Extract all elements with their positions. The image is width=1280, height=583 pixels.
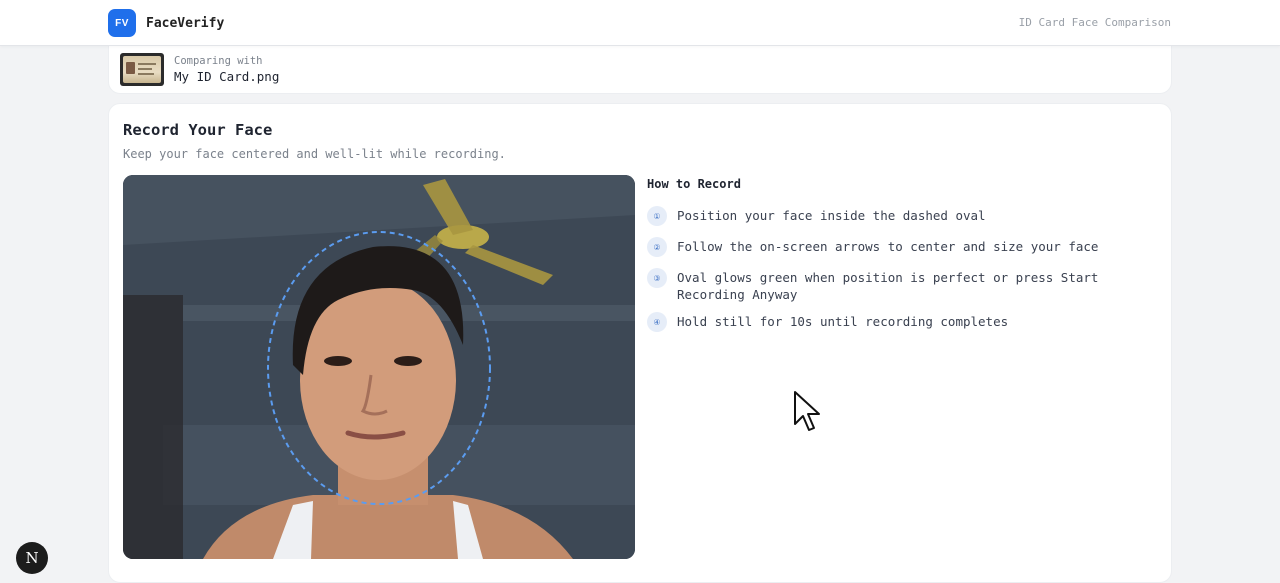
step-number-badge: ② bbox=[647, 237, 667, 257]
how-to-record-title: How to Record bbox=[647, 177, 741, 191]
comparing-file-name: My ID Card.png bbox=[174, 69, 280, 84]
step-number-badge: ① bbox=[647, 206, 667, 226]
camera-preview[interactable] bbox=[123, 175, 635, 559]
comparison-card: Comparing with My ID Card.png bbox=[108, 38, 1172, 94]
record-title: Record Your Face bbox=[123, 121, 273, 139]
step-text: Oval glows green when position is perfec… bbox=[677, 270, 1099, 302]
id-card-thumbnail bbox=[120, 53, 164, 86]
step-text: Hold still for 10s until recording compl… bbox=[677, 314, 1009, 329]
comparing-label: Comparing with bbox=[174, 55, 263, 67]
camera-feed bbox=[123, 175, 635, 559]
brand[interactable]: FV FaceVerify bbox=[108, 9, 224, 37]
page-scrollbar[interactable] bbox=[1268, 46, 1280, 566]
record-card: Record Your Face Keep your face centered… bbox=[108, 103, 1172, 583]
instruction-step: ② Follow the on-screen arrows to center … bbox=[647, 237, 1157, 257]
mouse-pointer-icon bbox=[794, 391, 820, 431]
page-context-label: ID Card Face Comparison bbox=[1018, 16, 1171, 29]
step-text: Position your face inside the dashed ova… bbox=[677, 208, 986, 223]
step-text: Follow the on-screen arrows to center an… bbox=[677, 239, 1099, 254]
step-number-badge: ③ bbox=[647, 268, 667, 288]
instruction-step: ④ Hold still for 10s until recording com… bbox=[647, 312, 1157, 332]
how-to-record-panel: How to Record ① Position your face insid… bbox=[647, 177, 1157, 332]
instruction-step: ① Position your face inside the dashed o… bbox=[647, 206, 1157, 226]
step-number-badge: ④ bbox=[647, 312, 667, 332]
nextjs-badge-icon[interactable]: N bbox=[16, 542, 48, 574]
brand-name: FaceVerify bbox=[146, 15, 225, 31]
instruction-step: ③ Oval glows green when position is perf… bbox=[647, 268, 1157, 303]
top-navbar: FV FaceVerify ID Card Face Comparison bbox=[0, 0, 1280, 46]
record-subtitle: Keep your face centered and well-lit whi… bbox=[123, 147, 506, 161]
fv-logo-icon: FV bbox=[108, 9, 136, 37]
